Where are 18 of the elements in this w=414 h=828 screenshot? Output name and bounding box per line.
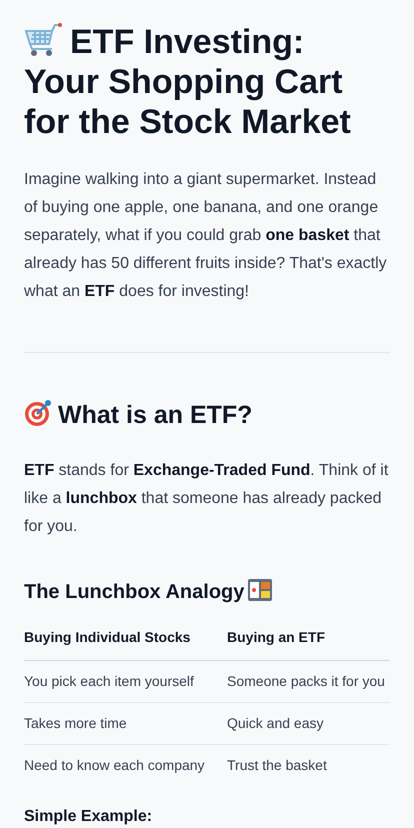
column-header: Buying an ETF xyxy=(227,619,390,660)
target-icon xyxy=(24,399,52,427)
table-cell: Takes more time xyxy=(24,702,227,744)
title-line: ETF Investing: xyxy=(70,23,304,61)
section-paragraph: ETF stands for Exchange-Traded Fund. Think of it like a lunchbox that someone has already packed for you. xyxy=(24,461,390,537)
column-header: Buying Individual Stocks xyxy=(24,619,227,660)
title-line: Your Shopping Cart for the Stock Market xyxy=(24,63,351,141)
table-cell: You pick each item yourself xyxy=(24,660,227,702)
table-cell: Need to know each company xyxy=(24,744,227,786)
intro-paragraph: Imagine walking into a giant supermarket. Instead of buying one apple, one banana, and one orange separately, what if you could grab one basket that already has 50 different fruits inside? That's exactly what an ETF does for investing! xyxy=(24,170,388,302)
shopping-cart-icon xyxy=(24,23,64,57)
table-cell: Quick and easy xyxy=(227,702,390,744)
subsection-heading: Simple Example: xyxy=(24,808,154,826)
section-heading: What is an ETF? xyxy=(58,401,252,429)
bento-box-icon xyxy=(248,579,272,601)
table-cell: Trust the basket xyxy=(227,744,390,786)
table-cell: Someone packs it for you xyxy=(227,660,390,702)
subsection-heading: The Lunchbox Analogy xyxy=(24,581,244,603)
